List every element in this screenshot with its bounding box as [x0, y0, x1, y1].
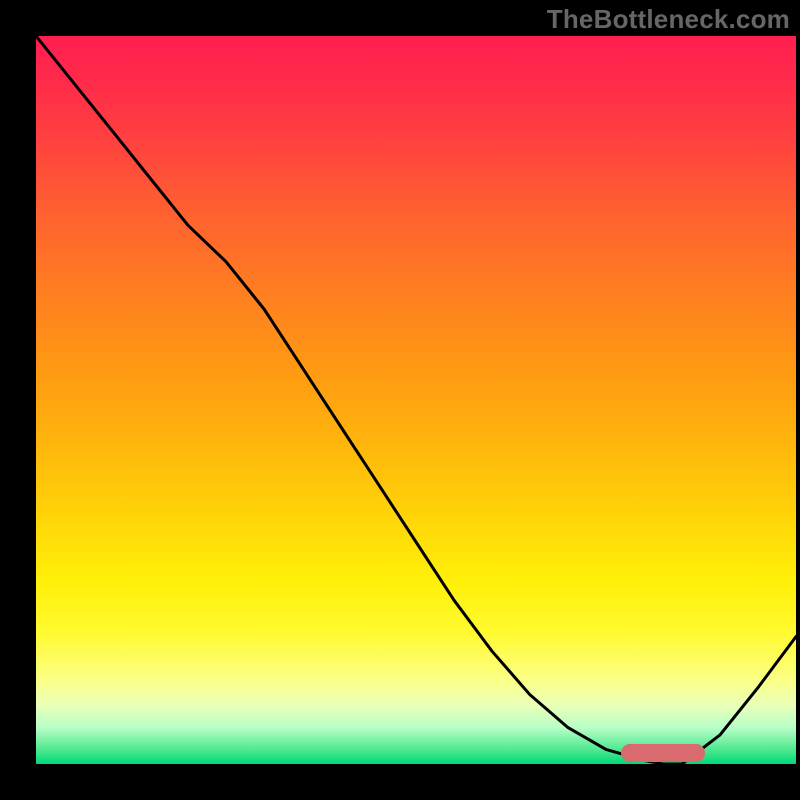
- watermark-text: TheBottleneck.com: [547, 4, 790, 35]
- curve-svg: [36, 36, 796, 764]
- optimal-segment-marker: [621, 744, 705, 762]
- bottleneck-curve: [36, 36, 796, 764]
- plot-area: [36, 36, 796, 764]
- chart-frame: TheBottleneck.com: [0, 0, 800, 800]
